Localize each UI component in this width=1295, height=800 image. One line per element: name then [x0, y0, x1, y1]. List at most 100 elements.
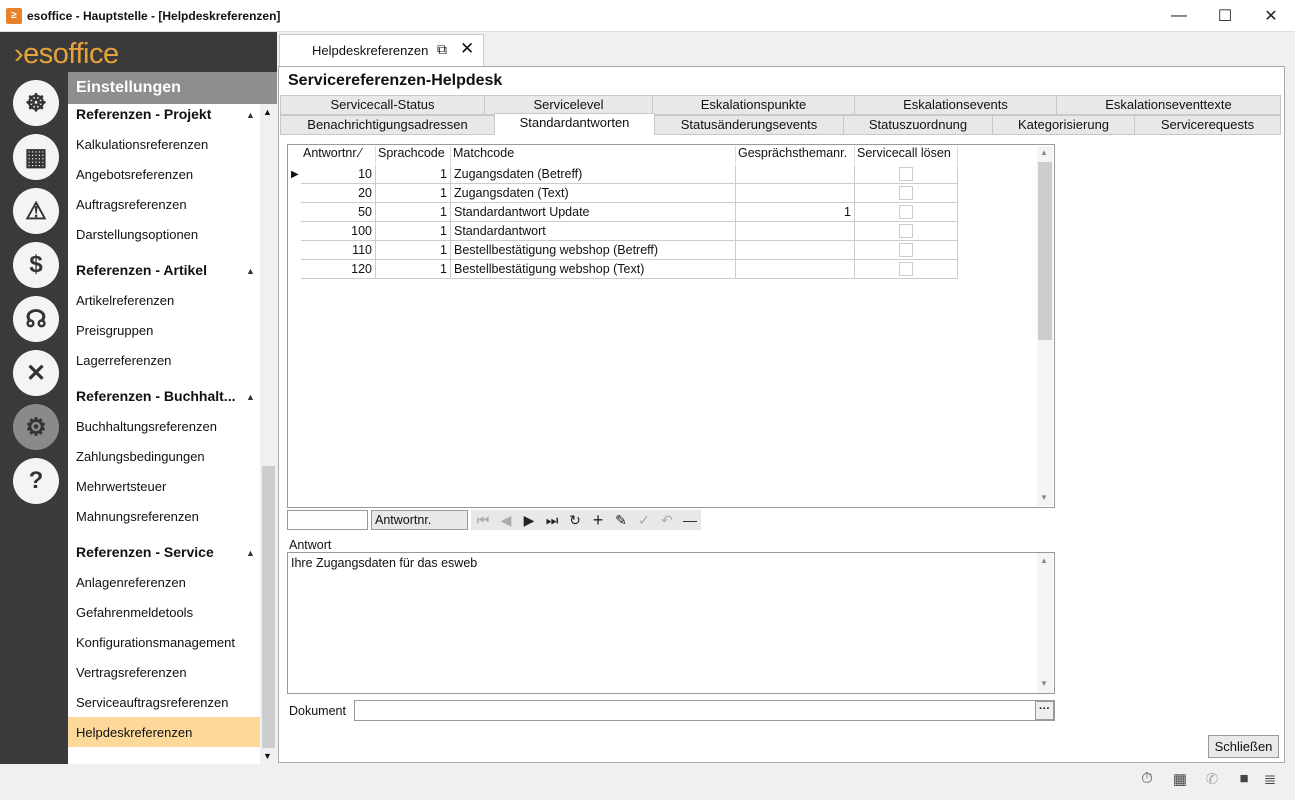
cell-servicecall-loesen[interactable] [855, 222, 958, 241]
sidebar-section-buchhaltung[interactable]: Referenzen - Buchhalt... [76, 388, 235, 404]
cell-gespraechsthemanr[interactable] [736, 184, 855, 203]
help-icon[interactable]: ? [13, 458, 59, 504]
cell-servicecall-loesen[interactable] [855, 165, 958, 184]
tab-statusaenderungsevents[interactable]: Statusänderungsevents [654, 115, 844, 135]
add-icon[interactable]: + [587, 510, 609, 530]
cell-gespraechsthemanr[interactable] [736, 165, 855, 184]
helm-icon[interactable]: ☸ [13, 80, 59, 126]
gears-icon[interactable]: ⚙ [13, 404, 59, 450]
refresh-icon[interactable]: ↻ [564, 510, 586, 530]
tab-kategorisierung[interactable]: Kategorisierung [992, 115, 1135, 135]
scroll-up-icon[interactable]: ▲ [263, 107, 272, 117]
sidebar-item-mehrwertsteuer[interactable]: Mehrwertsteuer [76, 479, 166, 494]
sidebar-section-service[interactable]: Referenzen - Service [76, 544, 214, 560]
database-icon[interactable]: ≣ [1260, 770, 1280, 790]
tab-benachrichtigungsadressen[interactable]: Benachrichtigungsadressen [280, 115, 495, 135]
close-tab-icon[interactable]: ✕ [460, 39, 474, 59]
sidebar-item-zahlungsbedingungen[interactable]: Zahlungsbedingungen [76, 449, 205, 464]
cell-matchcode[interactable]: Standardantwort Update [451, 203, 736, 222]
sidebar-item-mahnungsreferenzen[interactable]: Mahnungsreferenzen [76, 509, 199, 524]
cell-antwortnr[interactable]: 100 [301, 222, 376, 241]
cell-sprachcode[interactable]: 1 [376, 260, 451, 279]
tab-eskalationspunkte[interactable]: Eskalationspunkte [652, 95, 855, 115]
collapse-icon[interactable]: ▲ [246, 548, 255, 558]
solve-checkbox[interactable] [899, 186, 913, 200]
tab-eskalationseventtexte[interactable]: Eskalationseventtexte [1056, 95, 1281, 115]
solve-checkbox[interactable] [899, 262, 913, 276]
headset-icon[interactable]: ☊ [13, 296, 59, 342]
column-header-antwortnr[interactable]: Antwortnr.⁄ [301, 146, 376, 164]
cancel-icon[interactable]: ↶ [656, 510, 678, 530]
sidebar-item-helpdeskreferenzen[interactable]: Helpdeskreferenzen [76, 725, 192, 740]
cell-servicecall-loesen[interactable] [855, 184, 958, 203]
calendar-grid-icon[interactable]: ▦ [13, 134, 59, 180]
column-header-sprachcode[interactable]: Sprachcode [376, 146, 451, 164]
column-header-servicecall-loesen[interactable]: Servicecall lösen [855, 146, 958, 164]
collapse-icon[interactable]: ▲ [246, 266, 255, 276]
cell-matchcode[interactable]: Bestellbestätigung webshop (Betreff) [451, 241, 736, 260]
search-field-select[interactable]: Antwortnr. [371, 510, 468, 530]
grid-scroll-thumb[interactable] [1038, 162, 1052, 340]
sidebar-item-vertragsreferenzen[interactable]: Vertragsreferenzen [76, 665, 187, 680]
solve-checkbox[interactable] [899, 224, 913, 238]
delete-icon[interactable]: — [679, 510, 701, 530]
browse-button[interactable]: ··· [1035, 701, 1054, 720]
tab-eskalationsevents[interactable]: Eskalationsevents [854, 95, 1057, 115]
column-header-matchcode[interactable]: Matchcode [451, 146, 736, 164]
column-header-gespraechsthemanr[interactable]: Gesprächsthemanr. [736, 146, 855, 164]
cell-gespraechsthemanr[interactable] [736, 222, 855, 241]
cell-sprachcode[interactable]: 1 [376, 165, 451, 184]
stopwatch-icon[interactable]: ⏱ [1137, 770, 1157, 790]
money-icon[interactable]: $ [13, 242, 59, 288]
sidebar-item-konfigurationsmanagement[interactable]: Konfigurationsmanagement [76, 635, 235, 650]
cell-antwortnr[interactable]: 120 [301, 260, 376, 279]
cell-matchcode[interactable]: Standardantwort [451, 222, 736, 241]
scroll-down-icon[interactable]: ▼ [263, 751, 272, 761]
cell-antwortnr[interactable]: 10 [301, 165, 376, 184]
cell-antwortnr[interactable]: 50 [301, 203, 376, 222]
cell-servicecall-loesen[interactable] [855, 241, 958, 260]
tab-servicelevel[interactable]: Servicelevel [484, 95, 653, 115]
sidebar-item-anlagenreferenzen[interactable]: Anlagenreferenzen [76, 575, 186, 590]
cell-matchcode[interactable]: Bestellbestätigung webshop (Text) [451, 260, 736, 279]
sidebar-item-lagerreferenzen[interactable]: Lagerreferenzen [76, 353, 171, 368]
cell-sprachcode[interactable]: 1 [376, 203, 451, 222]
post-icon[interactable]: ✓ [633, 510, 655, 530]
cell-antwortnr[interactable]: 110 [301, 241, 376, 260]
collapse-icon[interactable]: ▲ [246, 392, 255, 402]
collapse-icon[interactable]: ▲ [246, 110, 255, 120]
cell-gespraechsthemanr[interactable]: 1 [736, 203, 855, 222]
solve-checkbox[interactable] [899, 167, 913, 181]
sidebar-item-buchhaltungsreferenzen[interactable]: Buchhaltungsreferenzen [76, 419, 217, 434]
sidebar-section-projekt[interactable]: Referenzen - Projekt [76, 106, 211, 122]
cell-sprachcode[interactable]: 1 [376, 241, 451, 260]
answer-textarea[interactable]: Ihre Zugangsdaten für das esweb [287, 552, 1055, 694]
answer-scrollbar[interactable] [1037, 553, 1053, 693]
sidebar-item-darstellungsoptionen[interactable]: Darstellungsoptionen [76, 227, 198, 242]
tab-servicerequests[interactable]: Servicerequests [1134, 115, 1281, 135]
edit-icon[interactable]: ✎ [610, 510, 632, 530]
tab-standardantworten[interactable]: Standardantworten [494, 113, 655, 135]
sidebar-item-kalkulationsreferenzen[interactable]: Kalkulationsreferenzen [76, 137, 208, 152]
cell-matchcode[interactable]: Zugangsdaten (Betreff) [451, 165, 736, 184]
document-tab[interactable]: Helpdeskreferenzen [279, 34, 484, 67]
cell-servicecall-loesen[interactable] [855, 203, 958, 222]
cell-servicecall-loesen[interactable] [855, 260, 958, 279]
tab-statuszuordnung[interactable]: Statuszuordnung [843, 115, 993, 135]
sidebar-item-auftragsreferenzen[interactable]: Auftragsreferenzen [76, 197, 187, 212]
lock-icon[interactable]: ■ [1234, 770, 1254, 790]
solve-checkbox[interactable] [899, 205, 913, 219]
close-button[interactable]: Schließen [1208, 735, 1279, 758]
prior-record-icon[interactable]: ◀ [495, 510, 517, 530]
next-record-icon[interactable]: ▶ [518, 510, 540, 530]
solve-checkbox[interactable] [899, 243, 913, 257]
close-window-button[interactable]: ✕ [1248, 0, 1294, 32]
tools-icon[interactable]: ✕ [13, 350, 59, 396]
last-record-icon[interactable]: ⏭ [541, 510, 563, 530]
cell-antwortnr[interactable]: 20 [301, 184, 376, 203]
sidebar-section-artikel[interactable]: Referenzen - Artikel [76, 262, 207, 278]
first-record-icon[interactable]: ⏮ [472, 510, 494, 530]
document-field[interactable] [354, 700, 1055, 721]
sidebar-item-gefahrenmeldetools[interactable]: Gefahrenmeldetools [76, 605, 193, 620]
minimize-button[interactable]: — [1156, 0, 1202, 32]
